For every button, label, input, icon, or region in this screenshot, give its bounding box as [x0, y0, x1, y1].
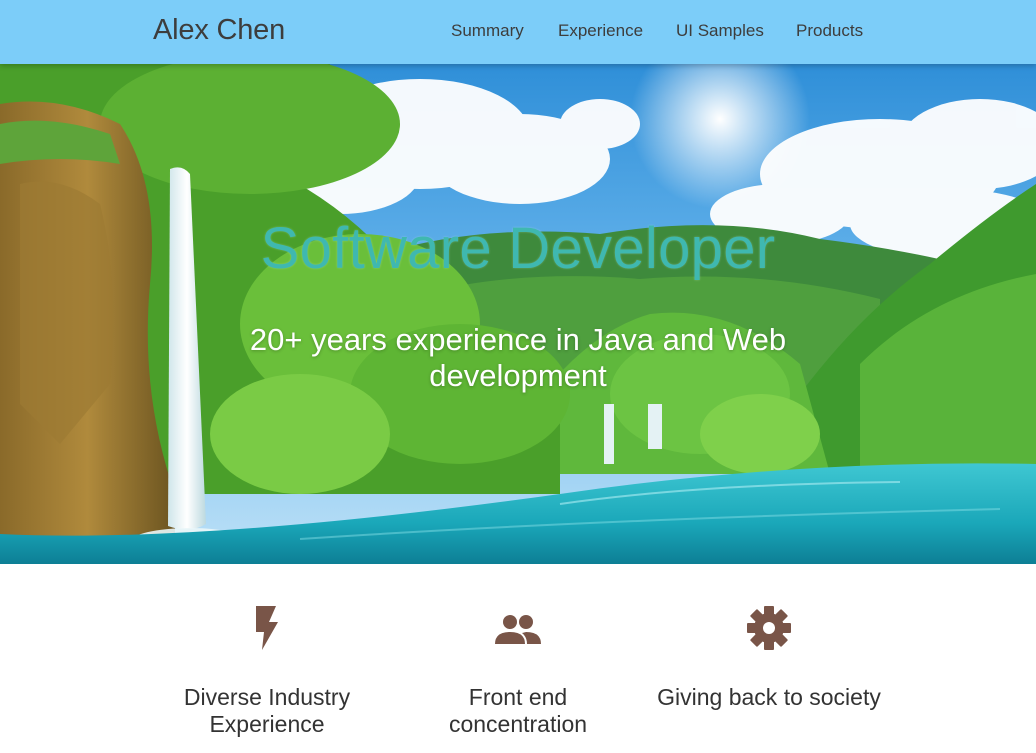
hero-title: Software Developer	[260, 216, 776, 281]
feature-front-end: Front end concentration	[398, 600, 638, 738]
feature-giving-back: Giving back to society	[649, 600, 889, 711]
nav-ui-samples[interactable]: UI Samples	[676, 21, 764, 41]
brand-logo[interactable]: Alex Chen	[153, 14, 285, 47]
feature-label: Front end concentration	[448, 684, 588, 737]
top-navbar: Alex Chen Summary Experience UI Samples …	[0, 0, 1036, 64]
hero-banner: Software Developer 20+ years experience …	[0, 64, 1036, 564]
waterfall-landscape-image	[0, 64, 1036, 564]
nav-products[interactable]: Products	[796, 21, 863, 41]
nav-experience[interactable]: Experience	[558, 21, 643, 41]
feature-label: Giving back to society	[657, 684, 881, 710]
feature-diverse-industry: Diverse Industry Experience	[147, 600, 387, 738]
flash-icon	[256, 606, 278, 650]
nav-summary[interactable]: Summary	[451, 21, 524, 41]
feature-label: Diverse Industry Experience	[183, 684, 351, 737]
gear-icon	[747, 606, 791, 650]
hero-subtitle: 20+ years experience in Java and Web dev…	[249, 322, 787, 393]
people-icon	[495, 615, 541, 644]
